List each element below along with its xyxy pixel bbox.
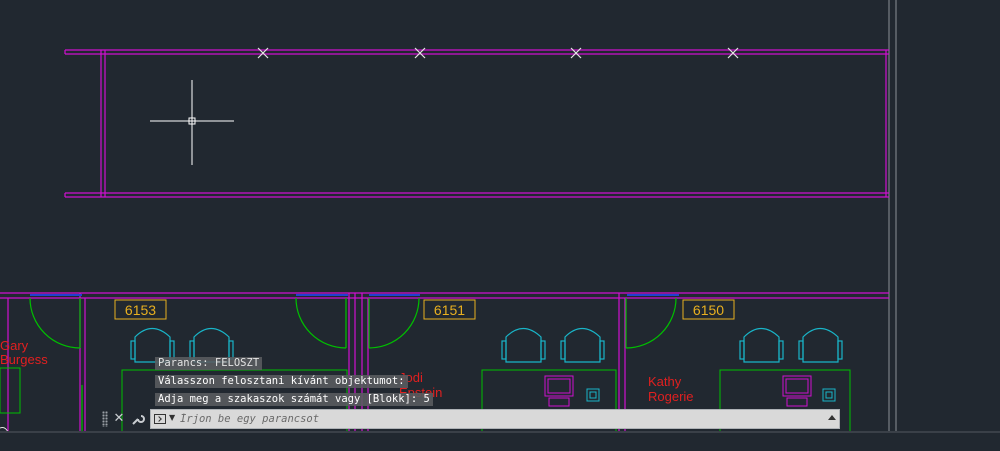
occupant-first-name: Gary [0, 338, 29, 353]
scroll-up-icon[interactable] [828, 415, 836, 420]
chair-6150-b [798, 327, 843, 363]
command-input[interactable] [180, 411, 820, 427]
status-bar-strip [0, 431, 1000, 451]
crosshair-cursor [150, 80, 234, 165]
command-input-container[interactable]: ▼ [150, 409, 840, 429]
chair-6150-a [739, 327, 784, 363]
command-history-line: Parancs: FELOSZT [155, 357, 263, 370]
room-number: 6151 [434, 302, 465, 318]
command-bar-grip[interactable] [102, 411, 108, 427]
phone-6151 [586, 388, 600, 402]
command-history-line: Válasszon felosztani kívánt objektumot: [155, 375, 408, 388]
terminal-icon[interactable] [154, 414, 166, 424]
close-icon[interactable]: ✕ [111, 410, 127, 428]
phone-6150 [822, 388, 836, 402]
chevron-down-icon[interactable]: ▼ [169, 413, 175, 422]
occupant-last-name: Rogerie [648, 389, 694, 404]
command-history-line: Adja meg a szakaszok számát vagy [Blokk]… [155, 393, 433, 406]
computer-6150 [782, 375, 812, 407]
room-tags: 6153 6151 6150 [114, 299, 735, 320]
computer-6151 [544, 375, 574, 407]
chair-6151-b [560, 327, 605, 363]
wrench-icon[interactable] [130, 410, 146, 428]
phones [586, 388, 836, 402]
occupant-last-name: Burgess [0, 352, 48, 367]
room-number: 6153 [125, 302, 156, 318]
room-number: 6150 [693, 302, 724, 318]
occupant-first-name: Kathy [648, 374, 682, 389]
drawing-canvas[interactable]: 6153 6151 6150 Gary Burgess Jodi Epstein… [0, 0, 1000, 451]
chair-6151-a [501, 327, 546, 363]
right-boundary [888, 0, 897, 432]
command-line-bar: ✕ ▼ [100, 409, 840, 429]
